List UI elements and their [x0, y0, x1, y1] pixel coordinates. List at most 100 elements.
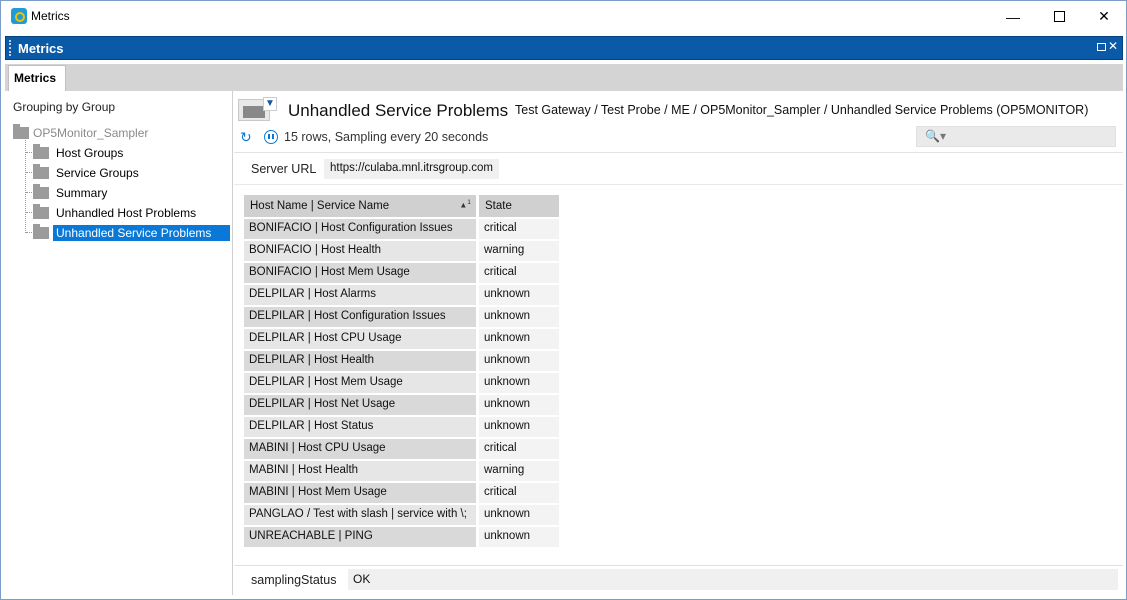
table-row[interactable]: DELPILAR | Host Alarms unknown [244, 285, 559, 307]
divider [234, 184, 1123, 185]
cell-host-service[interactable]: DELPILAR | Host CPU Usage [244, 329, 476, 349]
tree-item-unhandled-service-problems[interactable]: Unhandled Service Problems [33, 223, 230, 243]
cell-state[interactable]: unknown [479, 395, 559, 415]
cell-host-service[interactable]: BONIFACIO | Host Mem Usage [244, 263, 476, 283]
folder-icon [33, 184, 49, 199]
sampling-status-text: 15 rows, Sampling every 20 seconds [284, 130, 489, 144]
close-icon: ✕ [1098, 8, 1110, 24]
tree-item-service-groups[interactable]: Service Groups [33, 163, 142, 183]
tree-item-label: Host Groups [56, 146, 124, 160]
table-row[interactable]: DELPILAR | Host Mem Usage unknown [244, 373, 559, 395]
minimize-button[interactable]: — [990, 1, 1036, 32]
cell-host-service[interactable]: DELPILAR | Host Mem Usage [244, 373, 476, 393]
cell-host-service[interactable]: MABINI | Host CPU Usage [244, 439, 476, 459]
table-row[interactable]: DELPILAR | Host Health unknown [244, 351, 559, 373]
table-row[interactable]: MABINI | Host Health warning [244, 461, 559, 483]
cell-state[interactable]: unknown [479, 307, 559, 327]
cell-host-service[interactable]: DELPILAR | Host Configuration Issues [244, 307, 476, 327]
cell-host-service[interactable]: MABINI | Host Mem Usage [244, 483, 476, 503]
table-row[interactable]: DELPILAR | Host CPU Usage unknown [244, 329, 559, 351]
cell-host-service[interactable]: DELPILAR | Host Status [244, 417, 476, 437]
cell-state[interactable]: unknown [479, 373, 559, 393]
cell-host-service[interactable]: DELPILAR | Host Net Usage [244, 395, 476, 415]
cell-state[interactable]: critical [479, 219, 559, 239]
tree-item-label: Unhandled Service Problems [53, 225, 230, 241]
window-title: Metrics [31, 9, 70, 23]
cell-host-service[interactable]: DELPILAR | Host Health [244, 351, 476, 371]
cell-state[interactable]: critical [479, 439, 559, 459]
folder-icon [33, 144, 49, 159]
filter-icon[interactable]: ▼ [263, 97, 277, 111]
dataview-content: ▼ Unhandled Service Problems Test Gatewa… [234, 91, 1123, 595]
folder-icon [33, 164, 49, 179]
cell-state[interactable]: unknown [479, 285, 559, 305]
cell-host-service[interactable]: BONIFACIO | Host Configuration Issues [244, 219, 476, 239]
minimize-icon: — [1006, 8, 1020, 25]
close-button[interactable]: ✕ [1081, 1, 1127, 32]
tree-item-unhandled-host-problems[interactable]: Unhandled Host Problems [33, 203, 199, 223]
cell-host-service[interactable]: PANGLAO / Test with slash | service with… [244, 505, 476, 525]
sort-ascending-icon: ▲1 [459, 199, 471, 210]
drag-grip-icon[interactable] [9, 40, 12, 56]
cell-state[interactable]: warning [479, 461, 559, 481]
cell-state[interactable]: critical [479, 263, 559, 283]
metrics-table: Host Name | Service Name ▲1 State BONIFA… [244, 195, 1120, 565]
cell-state[interactable]: unknown [479, 329, 559, 349]
panel-title: Metrics [18, 41, 64, 56]
tree-item-host-groups[interactable]: Host Groups [33, 143, 126, 163]
tree-item-label: Unhandled Host Problems [56, 206, 197, 220]
divider [234, 565, 1123, 566]
tree-root-node[interactable]: OP5Monitor_Sampler [13, 123, 148, 143]
cell-host-service[interactable]: BONIFACIO | Host Health [244, 241, 476, 261]
column-header-state[interactable]: State [479, 195, 559, 217]
folder-icon [13, 124, 29, 139]
tree-item-summary[interactable]: Summary [33, 183, 110, 203]
window-titlebar: Metrics — ✕ [1, 1, 1126, 32]
table-row[interactable]: BONIFACIO | Host Configuration Issues cri… [244, 219, 559, 241]
tree-item-label: Summary [56, 186, 108, 200]
cell-state[interactable]: unknown [479, 351, 559, 371]
table-row[interactable]: DELPILAR | Host Configuration Issues unkn… [244, 307, 559, 329]
table-row[interactable]: MABINI | Host CPU Usage critical [244, 439, 559, 461]
maximize-button[interactable] [1036, 1, 1082, 32]
table-row[interactable]: MABINI | Host Mem Usage critical [244, 483, 559, 505]
cell-state[interactable]: unknown [479, 505, 559, 525]
tree-heading: Grouping by Group [13, 100, 116, 114]
table-row[interactable]: UNREACHABLE | PING unknown [244, 527, 559, 549]
cell-host-service[interactable]: UNREACHABLE | PING [244, 527, 476, 547]
sampling-status-label: samplingStatus [251, 573, 337, 587]
metrics-window: Metrics — ✕ Metrics ✕ Metrics Grouping b… [0, 0, 1127, 600]
cell-state[interactable]: unknown [479, 527, 559, 547]
sampling-status-value: OK [348, 569, 1118, 590]
table-row[interactable]: BONIFACIO | Host Health warning [244, 241, 559, 263]
table-row[interactable]: DELPILAR | Host Net Usage unknown [244, 395, 559, 417]
table-row[interactable]: PANGLAO / Test with slash | service with… [244, 505, 559, 527]
column-header-host-service[interactable]: Host Name | Service Name ▲1 [244, 195, 476, 217]
tab-metrics[interactable]: Metrics [8, 65, 66, 92]
grouping-tree-panel: Grouping by Group OP5Monitor_Sampler Hos… [5, 91, 233, 595]
search-icon: 🔍▾ [925, 129, 946, 143]
close-panel-icon[interactable]: ✕ [1108, 39, 1118, 53]
table-row[interactable]: BONIFACIO | Host Mem Usage critical [244, 263, 559, 285]
search-input[interactable]: 🔍▾ [916, 126, 1116, 147]
server-url-label: Server URL [251, 162, 317, 176]
app-icon [11, 8, 27, 24]
pause-icon[interactable] [264, 130, 278, 144]
cell-state[interactable]: warning [479, 241, 559, 261]
table-row[interactable]: DELPILAR | Host Status unknown [244, 417, 559, 439]
cell-state[interactable]: unknown [479, 417, 559, 437]
cell-host-service[interactable]: DELPILAR | Host Alarms [244, 285, 476, 305]
server-url-value: https://culaba.mnl.itrsgroup.com [324, 159, 499, 179]
folder-icon [33, 204, 49, 219]
restore-panel-icon[interactable] [1097, 43, 1106, 51]
dataview-path: Test Gateway / Test Probe / ME / OP5Moni… [515, 103, 1089, 117]
cell-state[interactable]: critical [479, 483, 559, 503]
refresh-icon[interactable]: ↻ [240, 129, 252, 146]
tab-strip: Metrics [5, 64, 1123, 92]
tree-item-label: Service Groups [56, 166, 139, 180]
dataview-title: Unhandled Service Problems [288, 101, 509, 120]
tree-root-label: OP5Monitor_Sampler [33, 126, 149, 140]
sort-order: 1 [467, 199, 471, 206]
cell-host-service[interactable]: MABINI | Host Health [244, 461, 476, 481]
divider [234, 152, 1123, 153]
